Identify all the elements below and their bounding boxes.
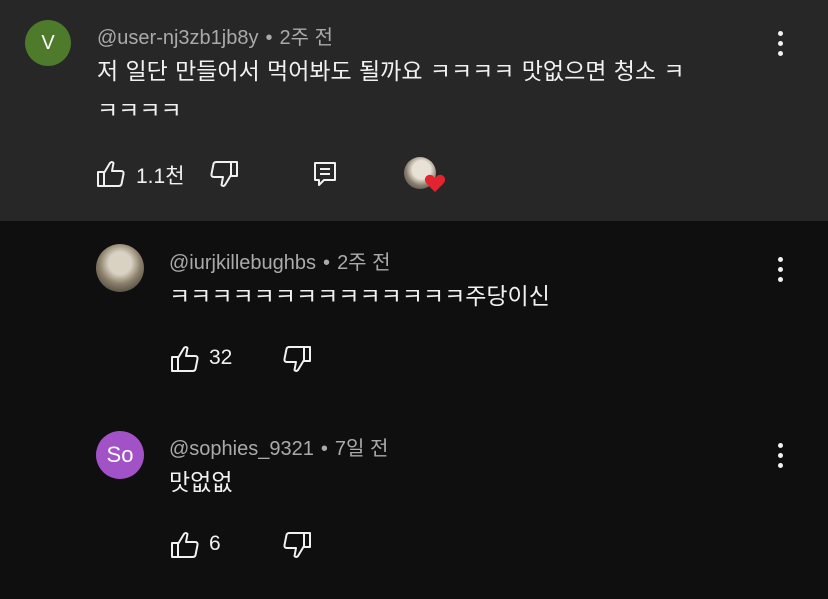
avatar[interactable]: V — [25, 20, 71, 66]
comment-time: 2주 전 — [337, 252, 391, 274]
heart-icon — [424, 174, 446, 192]
like-count: 32 — [209, 346, 233, 369]
comment-meta: @iurjkillebughbs • 2주 전 — [169, 252, 391, 274]
like-icon[interactable] — [96, 160, 126, 188]
more-options-button[interactable] — [768, 26, 792, 60]
like-icon[interactable] — [170, 345, 200, 373]
comment-meta: @user-nj3zb1jb8y • 2주 전 — [97, 27, 333, 49]
more-options-button[interactable] — [768, 438, 792, 472]
avatar[interactable] — [96, 244, 144, 292]
comment-username[interactable]: @sophies_9321 — [169, 438, 314, 460]
like-count: 6 — [209, 532, 221, 555]
comment-meta: @sophies_9321 • 7일 전 — [169, 438, 389, 460]
reply-icon[interactable] — [312, 160, 338, 188]
like-icon[interactable] — [170, 531, 200, 559]
highlighted-comment: V @user-nj3zb1jb8y • 2주 전 저 일단 만들어서 먹어봐도 될… — [0, 0, 828, 221]
comment-username[interactable]: @user-nj3zb1jb8y — [97, 27, 259, 49]
comment-text: 맛없없 — [169, 470, 233, 496]
comment-text: 저 일단 만들어서 먹어봐도 될까요 ㅋㅋㅋㅋ 맛없으면 청소 ㅋ ㅋㅋㅋㅋ — [97, 59, 685, 124]
avatar[interactable]: So — [96, 431, 144, 479]
dislike-icon[interactable] — [282, 531, 312, 559]
like-count: 1.1천 — [136, 165, 185, 188]
more-options-button[interactable] — [768, 252, 792, 286]
dislike-icon[interactable] — [282, 345, 312, 373]
comment-text: ㅋㅋㅋㅋㅋㅋㅋㅋㅋㅋㅋㅋㅋㅋ주당이신 — [169, 284, 550, 310]
comment-username[interactable]: @iurjkillebughbs — [169, 252, 316, 274]
dislike-icon[interactable] — [209, 160, 239, 188]
comment-time: 2주 전 — [279, 27, 333, 49]
comment-time: 7일 전 — [334, 438, 389, 460]
